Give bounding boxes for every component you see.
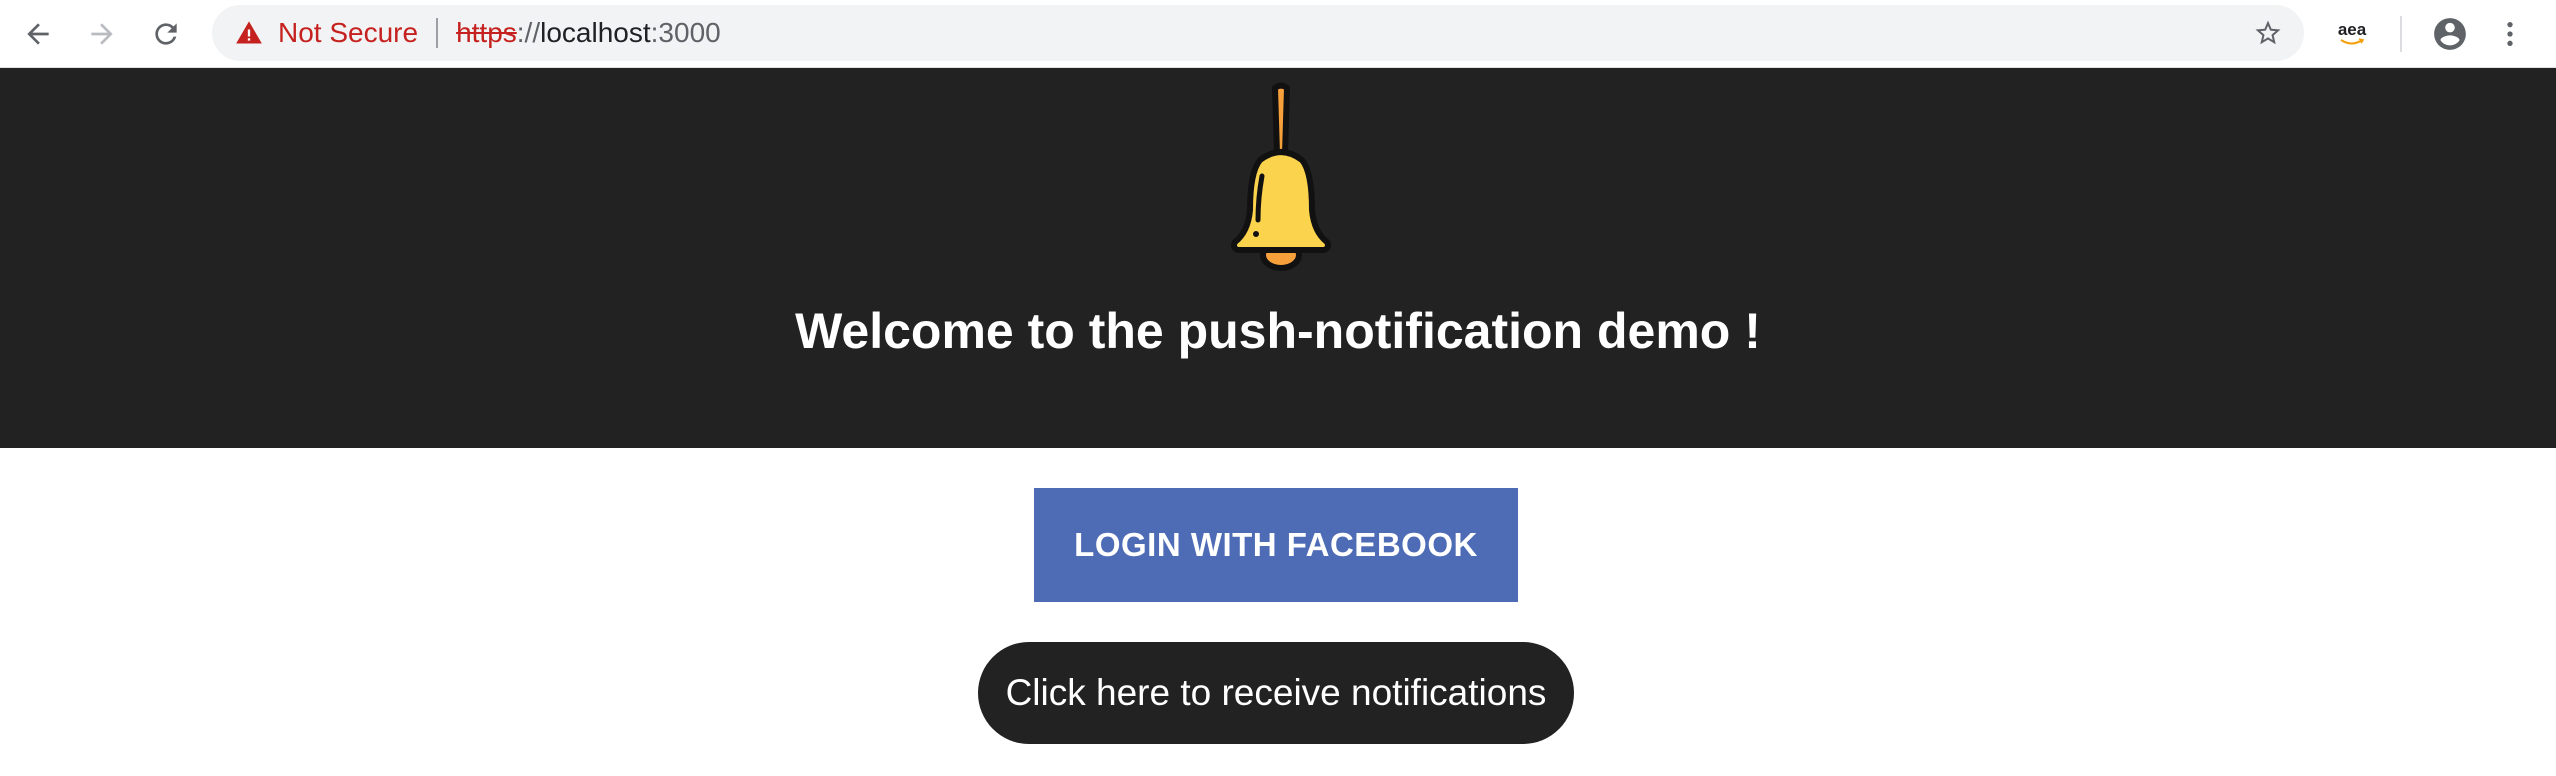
star-outline-icon[interactable] xyxy=(2250,15,2286,51)
url-scheme: https xyxy=(456,17,517,48)
omnibox-divider xyxy=(436,18,439,48)
security-status-label[interactable]: Not Secure xyxy=(278,17,418,49)
account-circle-icon[interactable] xyxy=(2426,10,2474,58)
hero-banner: Welcome to the push-notification demo ! xyxy=(0,68,2556,448)
reload-icon xyxy=(150,18,182,50)
address-bar[interactable]: Not Secure https://localhost:3000 xyxy=(212,5,2304,61)
url-separator: :// xyxy=(516,17,541,48)
arrow-left-icon xyxy=(22,18,54,50)
bell-icon xyxy=(1231,82,1331,271)
browser-toolbar: Not Secure https://localhost:3000 aea xyxy=(0,0,2556,68)
amazon-assistant-icon[interactable]: aea xyxy=(2330,12,2374,56)
login-with-facebook-button[interactable]: LOGIN WITH FACEBOOK xyxy=(1034,488,1518,602)
back-button[interactable] xyxy=(14,10,62,58)
toolbar-divider xyxy=(2400,16,2402,52)
vertical-dots-icon[interactable] xyxy=(2490,10,2530,58)
forward-button[interactable] xyxy=(78,10,126,58)
smile-arrow-icon xyxy=(2340,38,2365,45)
extension-label: aea xyxy=(2337,20,2367,39)
url-host: localhost xyxy=(540,17,651,48)
arrow-right-icon xyxy=(86,18,118,50)
url-port: :3000 xyxy=(650,17,721,48)
receive-notifications-button[interactable]: Click here to receive notifications xyxy=(978,642,1574,744)
warning-triangle-icon xyxy=(232,16,266,50)
page-title: Welcome to the push-notification demo ! xyxy=(795,303,1761,359)
url-text[interactable]: https://localhost:3000 xyxy=(456,17,721,49)
reload-button[interactable] xyxy=(142,10,190,58)
